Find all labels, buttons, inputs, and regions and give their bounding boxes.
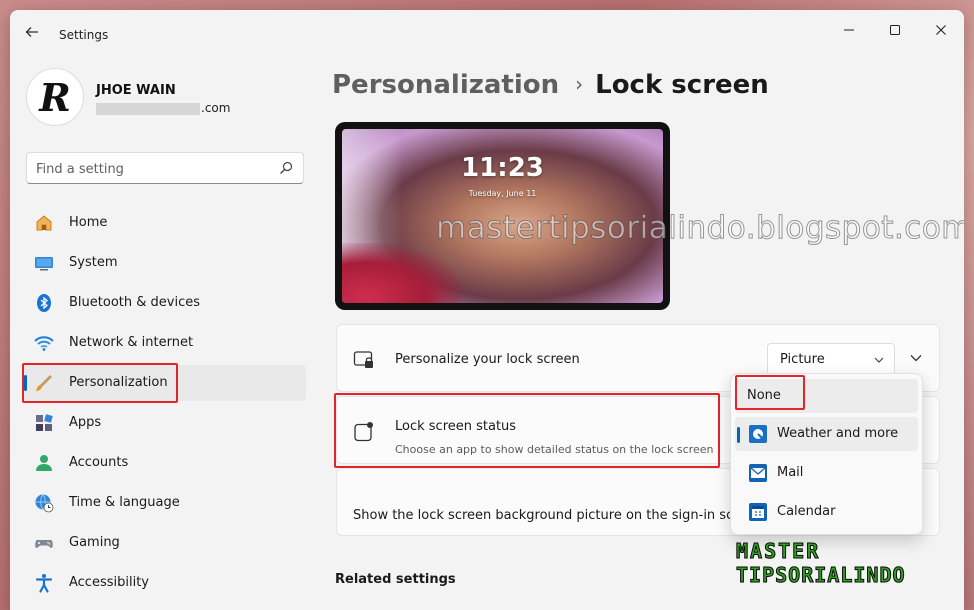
sidebar-item-label: Network & internet: [69, 335, 194, 350]
sidebar-item-accessibility[interactable]: Accessibility: [24, 565, 306, 601]
calendar-glyph: [752, 506, 764, 518]
home-icon: [36, 215, 52, 231]
site-logo: MASTER TIPSORIALINDO: [736, 538, 951, 596]
signin-background-title: Show the lock screen background picture …: [353, 508, 755, 523]
sidebar-item-label: Apps: [69, 415, 102, 430]
minimize-icon: [844, 29, 854, 31]
search-input[interactable]: [36, 160, 266, 178]
app-title: Settings: [59, 28, 109, 42]
sidebar-item-network[interactable]: Network & internet: [24, 325, 306, 361]
breadcrumb-parent[interactable]: Personalization: [332, 70, 559, 100]
back-button[interactable]: [22, 24, 42, 44]
sidebar-item-home[interactable]: Home: [24, 205, 306, 241]
wifi-icon: [34, 336, 54, 351]
mail-glyph: [750, 467, 766, 478]
personalize-lock-screen-title: Personalize your lock screen: [395, 352, 580, 367]
expand-chevron-icon[interactable]: [909, 351, 923, 365]
search-box[interactable]: [26, 152, 304, 184]
close-button[interactable]: [926, 20, 956, 44]
bluetooth-icon: [37, 294, 51, 312]
accessibility-icon: [35, 574, 53, 593]
dropdown-option-mail[interactable]: Mail: [735, 456, 918, 490]
watermark-text: mastertipsorialindo.blogspot.com: [435, 210, 964, 247]
settings-window: Settings R JHOE WAIN .com Home System: [10, 10, 964, 610]
close-icon: [936, 25, 946, 35]
title-bar: Settings: [10, 10, 964, 58]
mail-app-icon: [749, 464, 767, 482]
preview-shirt: [342, 243, 462, 303]
maximize-icon: [890, 25, 900, 35]
monitor-icon: [35, 257, 53, 271]
lock-screen-icon: [353, 351, 373, 368]
back-arrow-icon: [25, 27, 38, 37]
sidebar-item-label: Bluetooth & devices: [69, 295, 200, 310]
minimize-button[interactable]: [834, 20, 864, 44]
user-profile[interactable]: R JHOE WAIN .com: [26, 68, 306, 130]
preview-time: 11:23: [461, 153, 544, 183]
weather-glyph: [753, 429, 763, 439]
sidebar-nav: Home System Bluetooth & devices Network …: [24, 205, 306, 605]
person-icon: [36, 455, 52, 471]
dropdown-option-label: Mail: [777, 465, 804, 480]
logo-line-master: MASTER: [736, 539, 821, 564]
sidebar-item-label: Gaming: [69, 535, 120, 550]
chevron-down-icon: [874, 357, 884, 363]
sidebar-item-label: Accessibility: [69, 575, 149, 590]
logo-line-tipsorialindo: TIPSORIALINDO: [736, 563, 906, 587]
related-settings-heading: Related settings: [335, 572, 456, 587]
sidebar-item-accounts[interactable]: Accounts: [24, 445, 306, 481]
globe-clock-icon: [35, 494, 54, 513]
lock-screen-background-select[interactable]: Picture: [767, 343, 895, 375]
user-email: .com: [96, 101, 230, 115]
dropdown-option-calendar[interactable]: Calendar: [735, 495, 918, 529]
highlight-box-none: [735, 375, 805, 410]
weather-app-icon: [749, 425, 767, 443]
breadcrumb-separator: ›: [575, 72, 584, 96]
avatar-logo: R: [39, 75, 71, 120]
sidebar-item-label: Home: [69, 215, 108, 230]
search-icon[interactable]: [279, 161, 293, 175]
breadcrumb: Personalization › Lock screen: [332, 70, 769, 110]
maximize-button[interactable]: [880, 20, 910, 44]
sidebar-item-bluetooth[interactable]: Bluetooth & devices: [24, 285, 306, 321]
dropdown-option-label: Calendar: [777, 504, 836, 519]
sidebar-item-label: System: [69, 255, 118, 270]
preview-date: Tuesday, June 11: [468, 189, 537, 198]
avatar: R: [26, 68, 84, 126]
sidebar-item-label: Accounts: [69, 455, 129, 470]
calendar-app-icon: [749, 503, 767, 521]
sidebar-item-system[interactable]: System: [24, 245, 306, 281]
sidebar-item-time-language[interactable]: Time & language: [24, 485, 306, 521]
dropdown-option-weather[interactable]: Weather and more: [735, 417, 918, 451]
sidebar-item-apps[interactable]: Apps: [24, 405, 306, 441]
user-email-suffix: .com: [201, 101, 231, 115]
email-redaction: [96, 102, 200, 115]
dropdown-option-label: Weather and more: [777, 426, 899, 441]
highlight-box-status: [334, 393, 720, 468]
sidebar-item-gaming[interactable]: Gaming: [24, 525, 306, 561]
select-value: Picture: [780, 352, 825, 367]
gamepad-icon: [35, 540, 53, 548]
highlight-box-personalization: [22, 363, 178, 403]
user-name: JHOE WAIN: [96, 83, 176, 98]
page-title: Lock screen: [595, 70, 769, 100]
apps-icon: [36, 414, 53, 431]
sidebar-item-label: Time & language: [69, 495, 180, 510]
